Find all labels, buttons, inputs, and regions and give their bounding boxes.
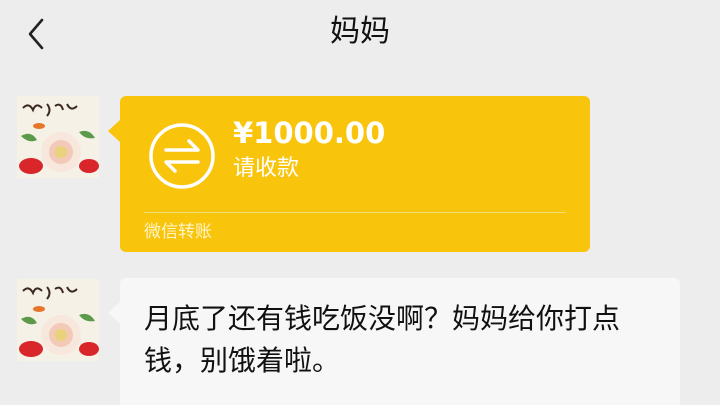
divider xyxy=(144,212,566,213)
chat-title: 妈妈 xyxy=(330,14,390,49)
text-message-bubble[interactable]: 月底了还有钱吃饭没啊？妈妈给你打点钱，别饿着啦。 xyxy=(108,278,680,405)
transfer-amount: ¥1000.00 xyxy=(233,116,386,150)
transfer-arrows-icon xyxy=(149,123,215,189)
transfer-status: 请收款 xyxy=(233,156,300,181)
message-text: 月底了还有钱吃饭没啊？妈妈给你打点钱，别饿着啦。 xyxy=(144,302,621,377)
chat-header: 妈妈 xyxy=(0,0,720,66)
contact-avatar[interactable] xyxy=(17,96,99,178)
transfer-source-label: 微信转账 xyxy=(144,222,212,242)
transfer-message-bubble[interactable]: ¥1000.00 请收款 微信转账 xyxy=(108,96,590,252)
avatar-image xyxy=(17,279,99,361)
avatar-image xyxy=(17,96,99,178)
contact-avatar[interactable] xyxy=(17,279,99,361)
